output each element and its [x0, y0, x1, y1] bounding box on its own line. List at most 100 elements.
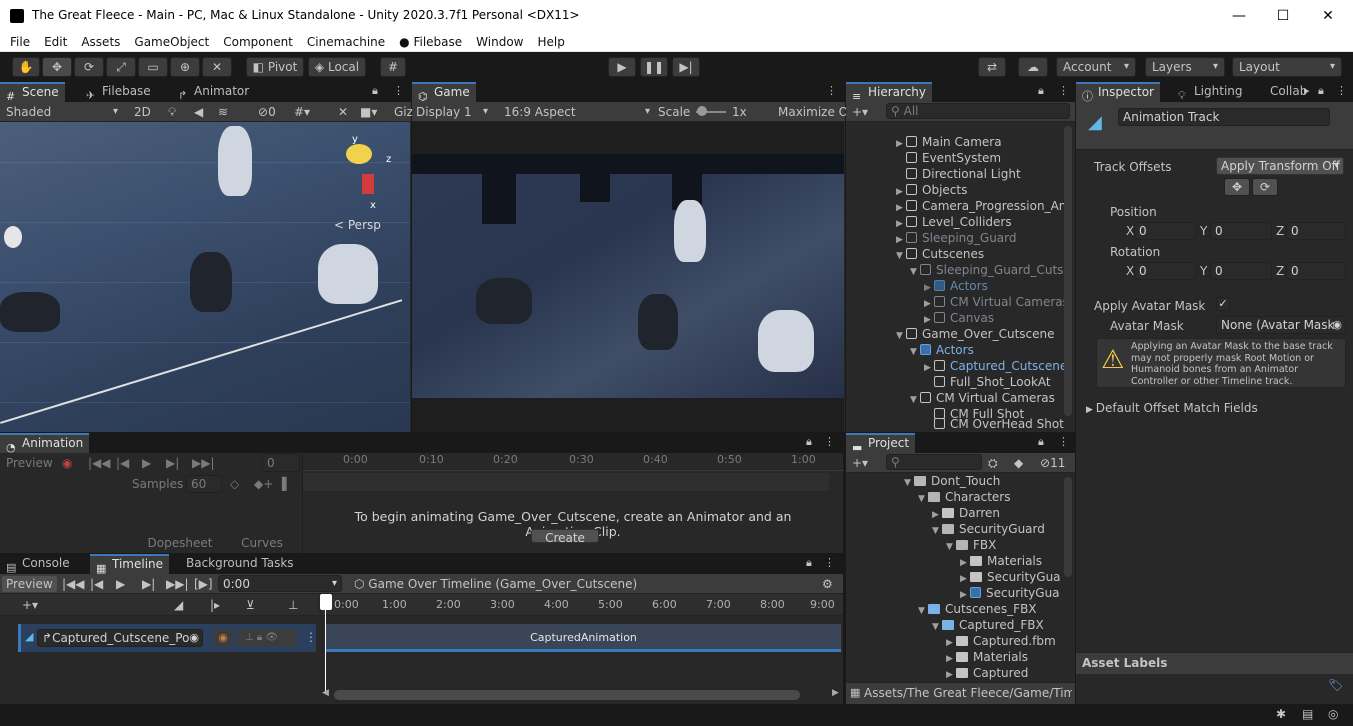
add-track-icon[interactable]: +▾	[22, 597, 38, 613]
more-icon[interactable]: ⋮	[1058, 84, 1069, 97]
menu-cinemachine[interactable]: Cinemachine	[300, 33, 392, 51]
project-item[interactable]: ▶ Materials	[960, 553, 1042, 569]
auto-generate-lighting-icon[interactable]: ◎	[1328, 707, 1338, 721]
tools-icon[interactable]: ✕	[338, 104, 348, 120]
game-viewport[interactable]	[412, 122, 844, 432]
pivot-toggle[interactable]: ◧ Pivot	[246, 57, 304, 77]
preview-toggle[interactable]: Preview	[6, 455, 53, 471]
scale-slider-thumb[interactable]	[697, 106, 707, 116]
more-icon[interactable]: ⋮	[1058, 435, 1069, 448]
tab-scene[interactable]: # Scene	[0, 82, 65, 103]
samples-input[interactable]: 60	[186, 475, 222, 493]
prev-key-icon[interactable]: |◀	[116, 455, 129, 471]
transform-tool-icon[interactable]: ⊕	[170, 57, 200, 77]
hierarchy-item[interactable]: ▼ CM Virtual Cameras	[910, 390, 1055, 406]
add-icon[interactable]: +▾	[852, 104, 868, 120]
rot-y-input[interactable]: 0	[1210, 262, 1272, 280]
aspect-dropdown[interactable]: 16:9 Aspect ▾	[504, 104, 650, 120]
hierarchy-item[interactable]: Directional Light	[906, 166, 1021, 182]
default-offset-foldout[interactable]: ▶ Default Offset Match Fields	[1086, 401, 1258, 415]
close-button[interactable]: ✕	[1305, 0, 1351, 32]
hidden-packages-toggle[interactable]: ⊘11	[1040, 455, 1065, 471]
project-item[interactable]: ▼ FBX	[946, 537, 996, 553]
last-frame-icon[interactable]: ▶▶|	[166, 576, 189, 592]
maximize-button[interactable]: ☐	[1260, 0, 1306, 32]
grid-snap-icon[interactable]: #	[380, 57, 406, 77]
menu-filebase[interactable]: ● Filebase	[392, 33, 469, 51]
project-item[interactable]: ▼ Captured_FBX	[932, 617, 1044, 633]
hierarchy-item[interactable]: ▶ Level_Colliders	[896, 214, 1012, 230]
hierarchy-item[interactable]: ▶ Sleeping_Guard	[896, 230, 1017, 246]
label-tag-icon[interactable]: 🏷︎	[1328, 678, 1343, 692]
hand-tool-icon[interactable]: ✋	[12, 57, 40, 77]
step-button[interactable]: ▶|	[672, 57, 700, 77]
lock-icon[interactable]: 🔒︎	[372, 84, 378, 98]
minimize-button[interactable]: —	[1216, 0, 1262, 32]
hierarchy-item[interactable]: ▶ Canvas	[924, 310, 994, 326]
track-menu-icon[interactable]: ⋮	[305, 630, 317, 644]
timeline-time-field[interactable]: 0:00 ▾	[218, 575, 342, 592]
layout-dropdown[interactable]: Layout	[1232, 57, 1342, 77]
lock-icon[interactable]: 🔒︎	[1038, 84, 1044, 98]
hidden-objects-toggle[interactable]: ⊘0	[258, 104, 276, 120]
pos-y-input[interactable]: 0	[1210, 222, 1272, 240]
project-item[interactable]: ▶ Captured	[946, 665, 1028, 681]
dopesheet-tab[interactable]: Dopesheet	[140, 535, 220, 551]
pos-z-input[interactable]: 0	[1286, 222, 1346, 240]
add-keyframe-icon[interactable]: ◆+	[254, 476, 273, 492]
snap-icon[interactable]: |▸	[210, 597, 220, 613]
move-gizmo-icon[interactable]: ✥	[1224, 178, 1250, 196]
settings-gear-icon[interactable]: ⚙	[822, 576, 833, 592]
network-icon[interactable]: ▤	[1302, 707, 1313, 721]
project-item[interactable]: ▼ Characters	[918, 489, 1011, 505]
timeline-scrollbar[interactable]	[334, 690, 800, 700]
grid-toggle-icon[interactable]: #▾	[294, 104, 310, 120]
menu-help[interactable]: Help	[530, 33, 571, 51]
menu-edit[interactable]: Edit	[37, 33, 74, 51]
create-asset-icon[interactable]: +▾	[852, 455, 868, 471]
project-item[interactable]: ▶ Darren	[932, 505, 1000, 521]
hierarchy-item[interactable]: Full_Shot_LookAt	[934, 374, 1051, 390]
next-key-icon[interactable]: ▶|	[166, 455, 179, 471]
animation-clip[interactable]: CapturedAnimation	[326, 624, 841, 652]
lighting-icon[interactable]: 💡︎	[168, 104, 176, 120]
more-icon[interactable]: ⋮	[1336, 84, 1347, 97]
lock-icon[interactable]: 🔒︎	[1038, 435, 1044, 449]
project-scrollbar[interactable]	[1064, 477, 1072, 577]
hierarchy-item[interactable]: ▶ Main Camera	[896, 134, 1002, 150]
playhead[interactable]	[325, 596, 326, 694]
menu-assets[interactable]: Assets	[74, 33, 127, 51]
tab-hierarchy[interactable]: ≡ Hierarchy	[846, 82, 933, 103]
more-icon[interactable]: ⋮	[393, 84, 404, 97]
debug-icon[interactable]: ✱	[1276, 707, 1286, 721]
chevron-right-icon[interactable]: ▸	[1304, 84, 1310, 97]
animation-timeline-area[interactable]: 0:00 0:10 0:20 0:30 0:40 0:50 1:00 To be…	[302, 453, 844, 553]
menu-file[interactable]: File	[3, 33, 37, 51]
hierarchy-search-input[interactable]: ⚲ All	[886, 103, 1070, 119]
cloud-icon[interactable]: ☁	[1018, 57, 1048, 77]
ripple-icon[interactable]: ◢	[174, 597, 183, 613]
play-range-icon[interactable]: [▶]	[194, 576, 213, 592]
scroll-left-icon[interactable]: ◀	[322, 688, 329, 698]
avatar-mask-field[interactable]: None (Avatar Mask ◉	[1216, 316, 1346, 334]
hierarchy-item[interactable]: ▼ Game_Over_Cutscene	[896, 326, 1055, 342]
hierarchy-item[interactable]: ▶ Camera_Progression_An	[896, 198, 1066, 214]
more-icon[interactable]: ⋮	[824, 435, 835, 448]
project-item[interactable]: ▶ SecurityGua	[960, 585, 1060, 601]
tab-filebase[interactable]: ✈ Filebase	[80, 82, 157, 102]
marker-icon[interactable]: ⊻	[246, 597, 255, 613]
timeline-ruler[interactable]: 0:00 1:00 2:00 3:00 4:00 5:00 6:00 7:00 …	[322, 594, 843, 616]
scale-tool-icon[interactable]: ⤢	[106, 57, 136, 77]
object-name-field[interactable]: Animation Track	[1118, 108, 1330, 126]
tab-collab[interactable]: Collab	[1256, 82, 1310, 102]
track-offsets-dropdown[interactable]: Apply Transform Off ▾	[1216, 157, 1344, 175]
hierarchy-scrollbar[interactable]	[1064, 126, 1072, 416]
project-item[interactable]: ▶ Captured.fbm	[946, 633, 1056, 649]
prev-frame-icon[interactable]: |◀	[90, 576, 103, 592]
playhead-handle[interactable]	[320, 594, 332, 610]
track-controls[interactable]: ⊥ 🔒︎ 👁︎	[237, 629, 297, 647]
effects-icon[interactable]: ≋	[218, 104, 228, 120]
tab-animator[interactable]: ↱ Animator	[172, 82, 255, 102]
rotate-tool-icon[interactable]: ⟳	[74, 57, 104, 77]
2d-toggle[interactable]: 2D	[134, 104, 151, 120]
